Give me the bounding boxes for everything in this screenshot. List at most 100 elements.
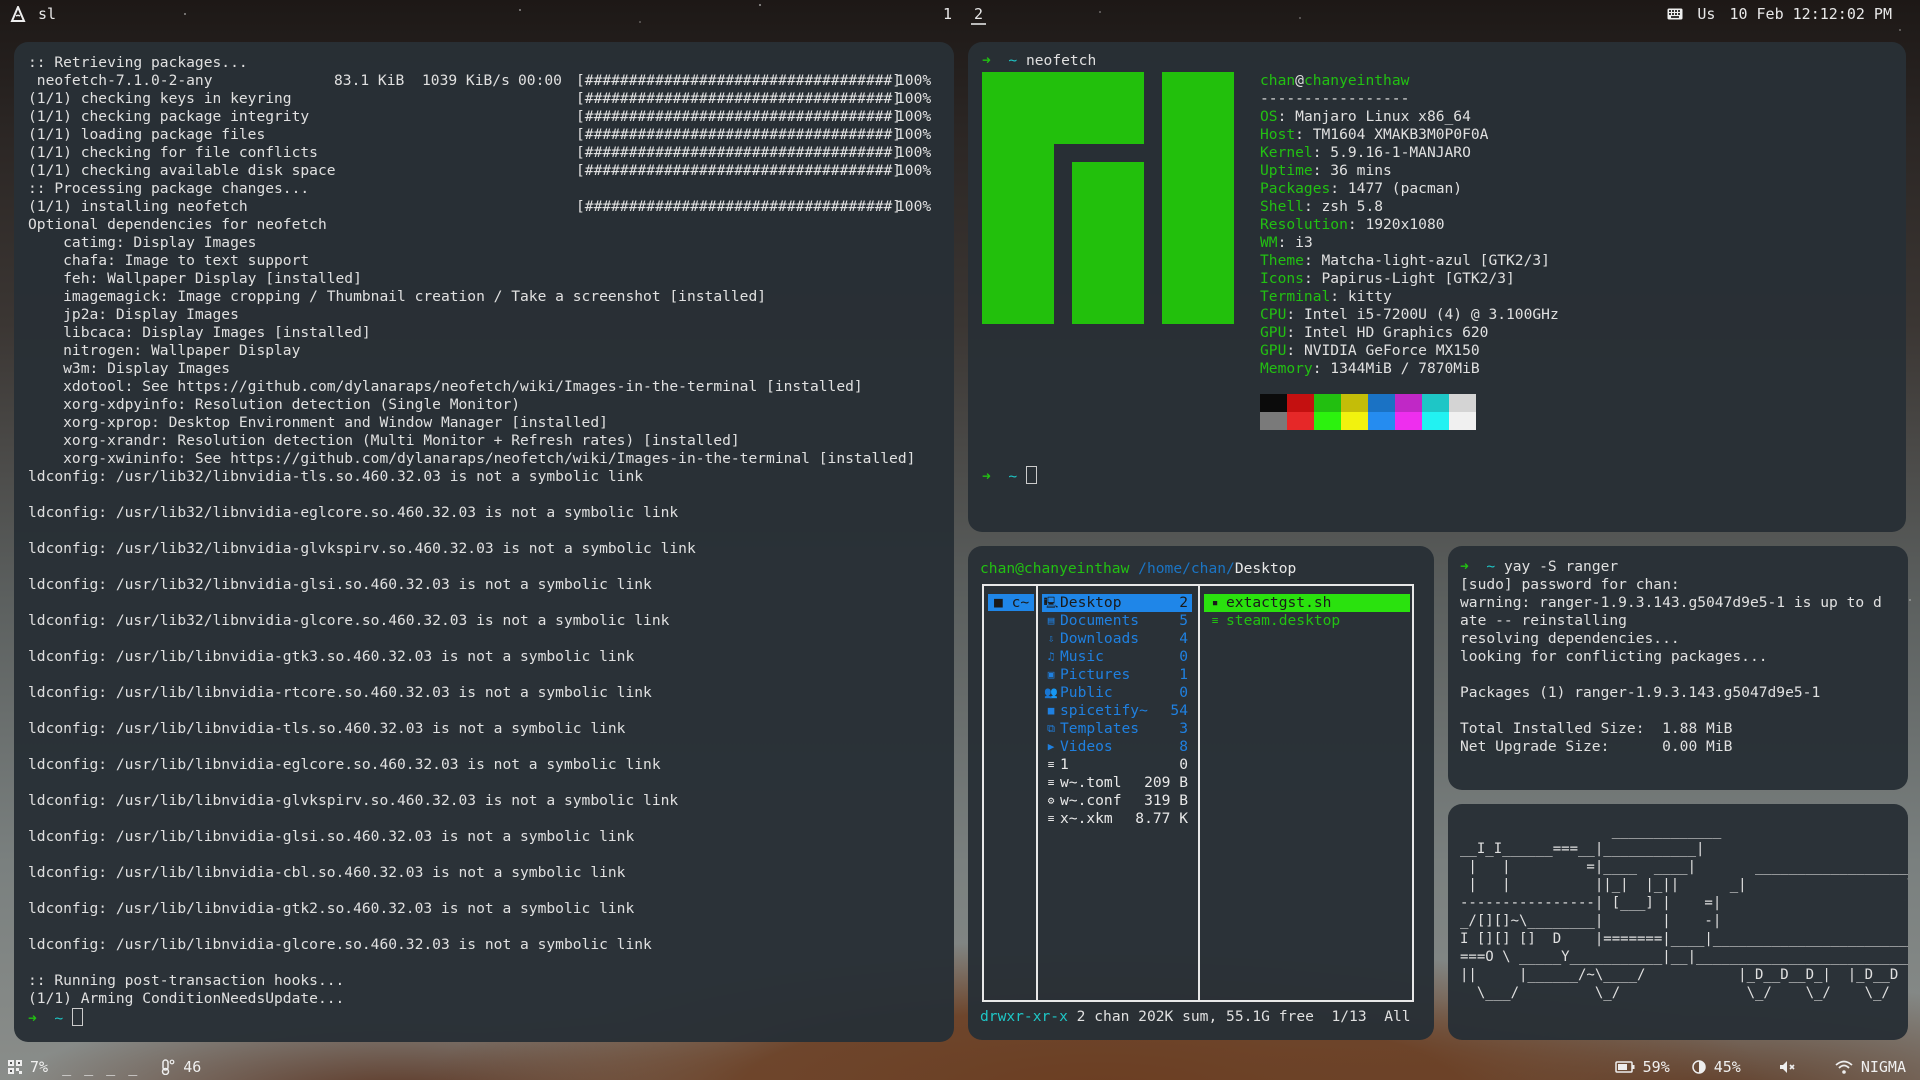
progress-bar: [###################################] — [576, 108, 902, 125]
volume-muted-icon[interactable] — [1779, 1060, 1797, 1074]
info-value: Intel HD Graphics 620 — [1303, 324, 1489, 341]
progress-row: (1/1) checking package integrity [#######… — [28, 108, 931, 126]
pacman-terminal-window[interactable]: :: Retrieving packages... neofetch-7.1.0… — [14, 42, 954, 1042]
ldconfig-line: ldconfig: /usr/lib/libnvidia-rtcore.so.4… — [28, 684, 652, 701]
progress-label: (1/1) checking package integrity — [28, 108, 310, 125]
optional-dep-line: feh: Wallpaper Display [installed] — [28, 270, 362, 287]
optional-dep-line: xorg-xdpyinfo: Resolution detection (Sin… — [28, 396, 521, 413]
info-value: 1344MiB / 7870MiB — [1330, 360, 1480, 377]
file-list-item[interactable]: ⇩ Downloads 4 — [1042, 630, 1192, 648]
item-name: Downloads — [1060, 630, 1140, 647]
info-key: Icons — [1260, 270, 1304, 287]
file-list-item[interactable]: ≡ w~.toml 209 B — [1042, 774, 1192, 792]
file-list-item[interactable]: ▣ Pictures 1 — [1042, 666, 1192, 684]
palette-swatch — [1260, 412, 1287, 430]
blank-line — [28, 918, 931, 936]
preview-list: ▪ extactgst.sh ≡ steam.desktop — [1204, 594, 1410, 630]
output-line: looking for conflicting packages... — [1460, 648, 1768, 665]
brightness-indicator[interactable]: 45% — [1692, 1058, 1741, 1076]
item-name: Documents — [1060, 612, 1140, 629]
brightness-icon — [1692, 1060, 1706, 1074]
command: neofetch — [1025, 52, 1097, 69]
info-key: Packages — [1260, 180, 1331, 197]
file-list-item[interactable]: 👥 Public 0 — [1042, 684, 1192, 702]
info-key: CPU — [1260, 306, 1287, 323]
blank-line — [28, 846, 931, 864]
progress-percent: 100% — [896, 198, 932, 215]
info-key: OS — [1260, 108, 1278, 125]
info-colon: : — [1303, 198, 1322, 215]
file-icon: ≡ — [1047, 812, 1055, 825]
info-field: OS: Manjaro Linux x86_64 — [1260, 108, 1559, 126]
item-name: 1 — [1060, 756, 1069, 773]
info-field: GPU: Intel HD Graphics 620 — [1260, 324, 1559, 342]
prompt-arrow-icon: ➜ — [1460, 558, 1469, 575]
palette-swatch — [1422, 394, 1449, 412]
info-value: 1920x1080 — [1365, 216, 1445, 233]
file-list-item[interactable]: ⚙ w~.conf 319 B — [1042, 792, 1192, 810]
item-size: 4 — [1179, 630, 1188, 647]
preview-item[interactable]: ≡ steam.desktop — [1204, 612, 1410, 630]
item-name: steam.desktop — [1226, 612, 1341, 629]
terminal-file-icon: ▪ — [1211, 596, 1219, 609]
logo-block — [982, 144, 1054, 324]
yay-terminal-window[interactable]: ➜ ~ yay -S ranger [sudo] password for ch… — [1448, 546, 1908, 790]
shell-prompt[interactable]: ➜ ~ — [982, 466, 1037, 486]
prompt-arrow-icon: ➜ — [982, 52, 991, 69]
column-divider — [1036, 586, 1038, 1000]
progress-percent: 100% — [896, 126, 932, 143]
file-list-item[interactable]: 🖳 Desktop 2 — [1042, 594, 1192, 612]
palette-swatch — [1314, 412, 1341, 430]
workspace-1[interactable]: 1 — [940, 5, 955, 25]
temperature: 46 — [183, 1058, 202, 1076]
file-list-item[interactable]: ≡ 1 0 — [1042, 756, 1192, 774]
bottom-bar: 7% _ _ _ _ 46 59% 45% NIGMA — [0, 1054, 1920, 1080]
preview-item[interactable]: ▪ extactgst.sh — [1204, 594, 1410, 612]
path-current: Desktop — [1234, 560, 1297, 577]
progress-percent: 100% — [896, 72, 932, 89]
progress-label: (1/1) checking keys in keyring — [28, 90, 292, 107]
info-field: Host: TM1604 XMAKB3M0P0F0A — [1260, 126, 1559, 144]
videos-icon: ▶ — [1047, 740, 1055, 753]
public-icon: 👥 — [1044, 686, 1058, 699]
brightness-level: 45% — [1713, 1058, 1741, 1076]
separator: ----------------- — [1260, 90, 1410, 107]
wifi-icon — [1835, 1060, 1853, 1074]
info-colon: : — [1312, 162, 1331, 179]
network-indicator[interactable]: NIGMA — [1835, 1058, 1906, 1076]
keyboard-layout[interactable]: Us — [1697, 5, 1715, 23]
output-line: Total Installed Size: 1.88 MiB — [1460, 720, 1733, 737]
file-list-item[interactable]: ■ spicetify~ 54 — [1042, 702, 1192, 720]
item-size: 0 — [1179, 684, 1188, 701]
folder-icon: ■ — [1047, 704, 1055, 717]
parent-dir-item[interactable]: ■ c~ — [988, 594, 1034, 611]
item-size: 8 — [1179, 738, 1188, 755]
info-colon: : — [1303, 270, 1322, 287]
file-list-item[interactable]: ≡ x~.xkm 8.77 K — [1042, 810, 1192, 828]
info-colon: : — [1277, 108, 1296, 125]
progress-bar: [###################################] — [576, 72, 902, 89]
info-colon: : — [1286, 324, 1304, 341]
download-time: 00:00 — [518, 72, 562, 89]
optional-dep-line: jp2a: Display Images — [28, 306, 239, 323]
palette-swatch — [1368, 394, 1395, 412]
ranger-window[interactable]: chan@chanyeinthaw /home/chan/Desktop ■ c… — [968, 546, 1434, 1040]
steam-locomotive-art: _____________ __I_I______===__|_________… — [1460, 823, 1908, 1001]
file-list-item[interactable]: ⧉ Templates 3 — [1042, 720, 1192, 738]
downloads-icon: ⇩ — [1047, 632, 1055, 645]
file-list-item[interactable]: ♫ Music 0 — [1042, 648, 1192, 666]
progress-label: (1/1) checking for file conflicts — [28, 144, 318, 161]
workspace-2[interactable]: 2 — [971, 5, 987, 25]
blank-line — [28, 558, 931, 576]
path-prefix: /home/chan/ — [1138, 560, 1235, 577]
info-value: NVIDIA GeForce MX150 — [1303, 342, 1480, 359]
info-key: Host — [1260, 126, 1296, 143]
battery-level: 59% — [1642, 1058, 1670, 1076]
file-list-item[interactable]: ▤ Documents 5 — [1042, 612, 1192, 630]
file-list-item[interactable]: ▶ Videos 8 — [1042, 738, 1192, 756]
sl-terminal-window[interactable]: _____________ __I_I______===__|_________… — [1448, 804, 1908, 1040]
shell-prompt[interactable]: ➜ ~ — [28, 1008, 931, 1028]
user-host: chan@chanyeinthaw — [980, 560, 1130, 577]
neofetch-terminal-window[interactable]: ➜ ~ neofetch chan@chanyeinthaw ---------… — [968, 42, 1906, 532]
info-field: WM: i3 — [1260, 234, 1559, 252]
